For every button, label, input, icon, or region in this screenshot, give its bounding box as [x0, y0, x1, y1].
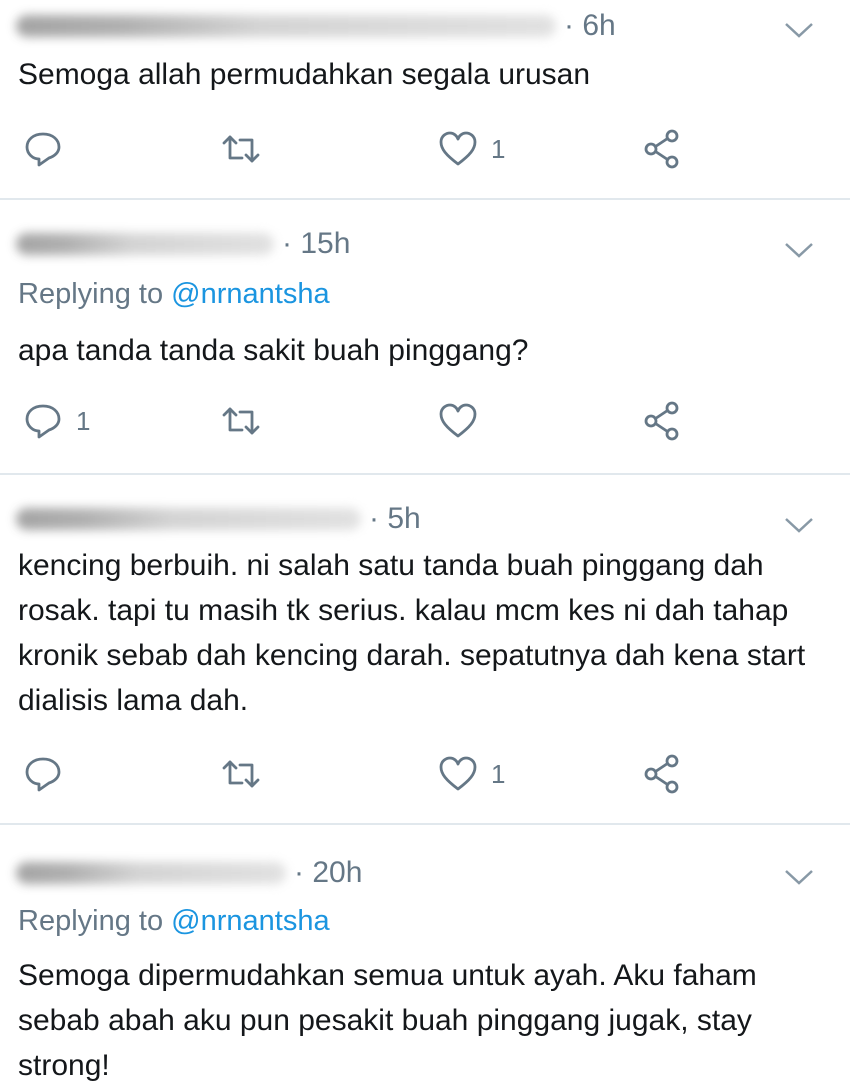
reply-button[interactable] — [22, 749, 76, 799]
reply-button[interactable] — [22, 124, 76, 174]
heart-icon — [439, 756, 477, 791]
tweet-actions: 1 — [0, 396, 850, 446]
share-icon — [644, 129, 679, 169]
chevron-down-icon — [785, 23, 813, 38]
reply-icon — [25, 132, 61, 167]
tweet-actions: 1 — [0, 749, 850, 799]
author-name-blurred — [16, 15, 556, 37]
tweet-menu-button[interactable] — [784, 240, 814, 260]
share-button[interactable] — [642, 396, 684, 446]
like-button[interactable] — [437, 396, 491, 446]
like-count: 1 — [491, 133, 506, 164]
author-name-blurred — [16, 233, 274, 255]
reply-button[interactable]: 1 — [22, 396, 90, 446]
retweet-button[interactable] — [220, 749, 274, 799]
retweet-icon — [222, 760, 260, 788]
chevron-down-icon — [785, 870, 813, 885]
reply-count: 1 — [76, 405, 91, 436]
heart-icon — [439, 131, 477, 166]
tweet-header: · 20h — [16, 853, 362, 893]
tweet-timestamp[interactable]: · 20h — [294, 856, 362, 890]
tweet[interactable]: · 20h Replying to @nrnantsha Semoga dipe… — [0, 825, 850, 1082]
tweet-text: Semoga dipermudahkan semua untuk ayah. A… — [18, 959, 757, 1082]
tweet-header: · 15h — [16, 224, 350, 264]
tweet-timestamp[interactable]: · 15h — [282, 227, 350, 261]
share-button[interactable] — [642, 749, 684, 799]
tweet-text: apa tanda tanda sakit buah pinggang? — [18, 334, 529, 367]
retweet-icon — [222, 407, 260, 435]
tweet-menu-button[interactable] — [784, 20, 814, 40]
share-icon — [644, 401, 679, 441]
chevron-down-icon — [785, 243, 813, 258]
chevron-down-icon — [785, 518, 813, 533]
author-name-blurred — [16, 862, 286, 884]
like-count: 1 — [491, 758, 506, 789]
tweet-text: Semoga allah permudahkan segala urusan — [18, 58, 591, 91]
reply-icon — [25, 757, 61, 792]
like-button[interactable]: 1 — [437, 749, 505, 799]
replying-to: Replying to @nrnantsha — [18, 278, 330, 311]
tweet[interactable]: · 5h kencing berbuih. ni salah satu tand… — [0, 475, 850, 825]
tweet-header: · 5h — [16, 499, 421, 539]
like-button[interactable]: 1 — [437, 124, 505, 174]
reply-icon — [25, 404, 61, 439]
replying-to: Replying to @nrnantsha — [18, 905, 330, 938]
tweet-actions: 1 — [0, 124, 850, 174]
retweet-icon — [222, 135, 260, 163]
tweet-menu-button[interactable] — [784, 515, 814, 535]
replying-to-label: Replying to — [18, 905, 172, 937]
retweet-button[interactable] — [220, 396, 274, 446]
tweet-timestamp[interactable]: · 5h — [369, 502, 421, 536]
tweet[interactable]: · 15h Replying to @nrnantsha apa tanda t… — [0, 200, 850, 475]
tweet-menu-button[interactable] — [784, 867, 814, 887]
replying-to-label: Replying to — [18, 278, 172, 310]
share-button[interactable] — [642, 124, 684, 174]
replying-to-handle-link[interactable]: @nrnantsha — [171, 278, 329, 310]
tweet-header: · 6h — [16, 6, 616, 46]
tweet[interactable]: · 6h Semoga allah permudahkan segala uru… — [0, 0, 850, 200]
heart-icon — [439, 403, 477, 438]
retweet-button[interactable] — [220, 124, 274, 174]
tweet-text: kencing berbuih. ni salah satu tanda bua… — [18, 549, 806, 717]
share-icon — [644, 754, 679, 794]
author-name-blurred — [16, 508, 361, 530]
tweet-timestamp[interactable]: · 6h — [564, 9, 616, 43]
replying-to-handle-link[interactable]: @nrnantsha — [171, 905, 329, 937]
